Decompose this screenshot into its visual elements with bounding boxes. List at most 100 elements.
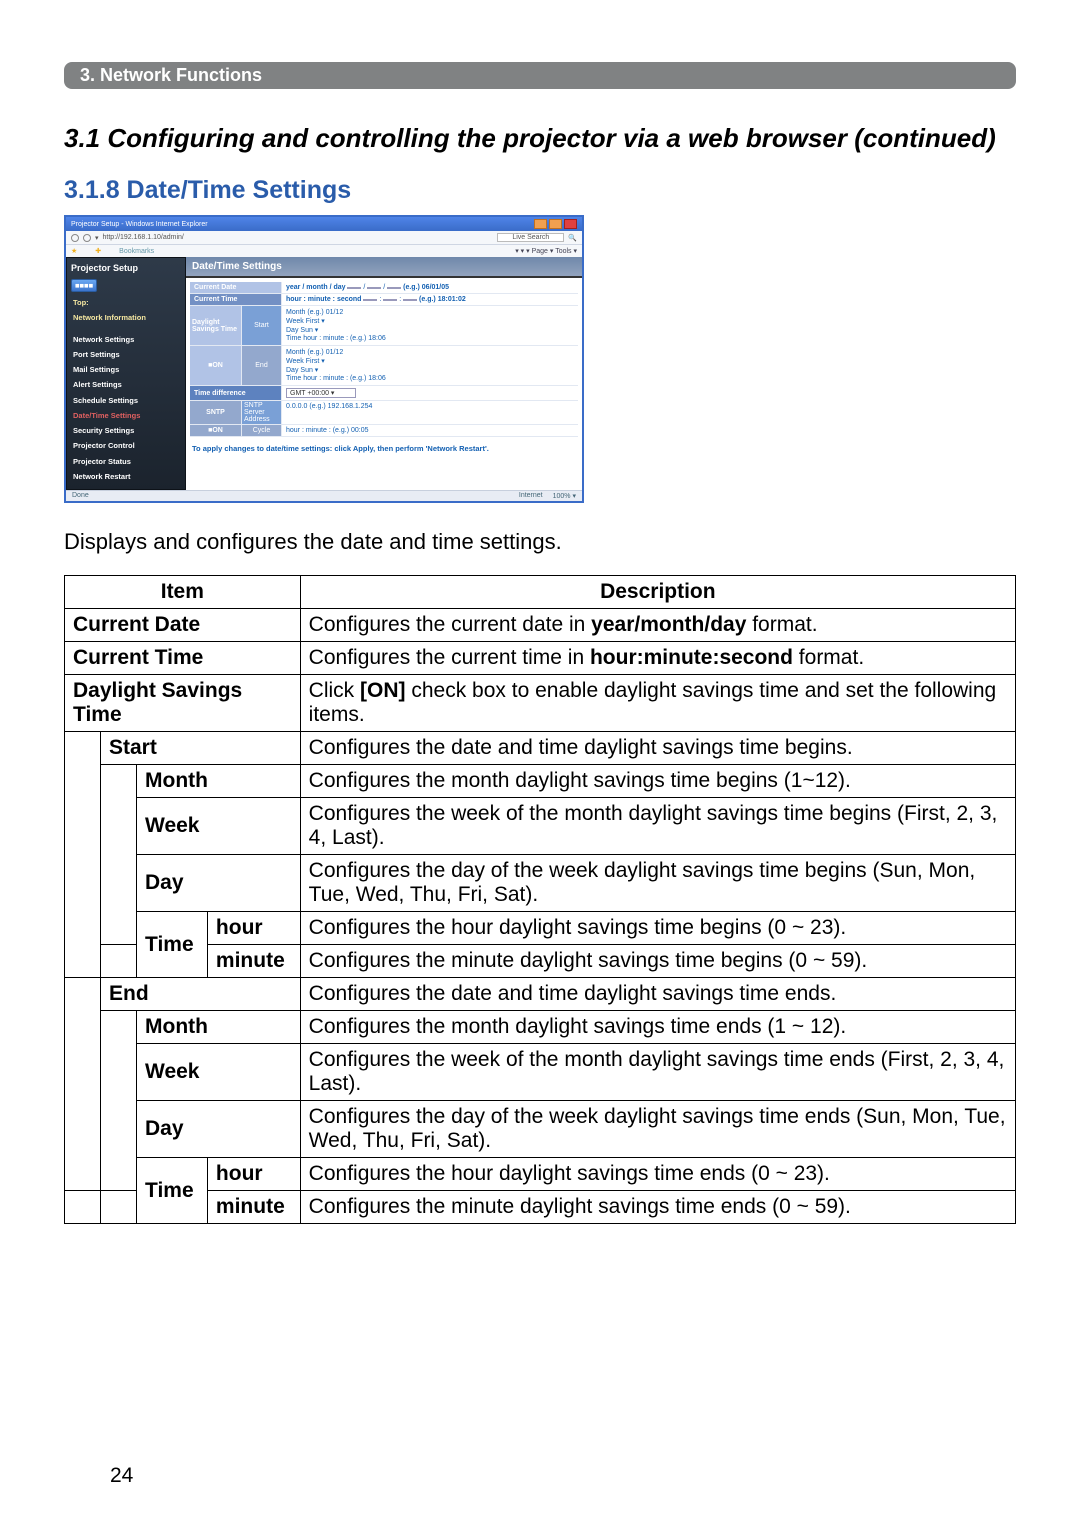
row-end-day-desc: Configures the day of the week daylight …	[300, 1101, 1015, 1158]
start-week-select[interactable]: First ▾	[306, 318, 325, 325]
nav-datetime-settings[interactable]: Date/Time Settings	[71, 408, 181, 423]
start-day-lab: Day	[286, 327, 298, 334]
row-end-week-desc: Configures the week of the month dayligh…	[300, 1044, 1015, 1101]
close-icon[interactable]	[564, 219, 577, 229]
page-number: 24	[110, 1464, 133, 1488]
row-end-month: Month	[137, 1011, 301, 1044]
nav-projector-status[interactable]: Projector Status	[71, 454, 181, 469]
maximize-icon[interactable]	[549, 219, 562, 229]
start-time-eg: (e.g.) 18:06	[350, 335, 386, 342]
row-timediff: Time difference	[190, 386, 282, 400]
row-current-time: Current Time	[190, 294, 282, 305]
start-month-lab: Month	[286, 309, 305, 316]
start-time-lab: Time hour : minute	[286, 335, 344, 342]
end-month-lab: Month	[286, 349, 305, 356]
hour-field[interactable]	[363, 299, 377, 301]
end-time-eg: (e.g.) 18:06	[350, 375, 386, 382]
breadcrumb: 3. Network Functions	[64, 62, 1016, 89]
row-start-time: Time	[137, 912, 208, 978]
row-end-label: End	[242, 346, 282, 385]
end-week-lab: Week	[286, 358, 304, 365]
window-title-text: Projector Setup - Windows Internet Explo…	[71, 221, 208, 228]
embedded-screenshot: Projector Setup - Windows Internet Explo…	[64, 215, 584, 503]
favorites-icon[interactable]: ★	[71, 247, 77, 255]
second-field[interactable]	[403, 299, 417, 301]
row-start: Start	[101, 732, 301, 765]
row-current-time: Current Time	[65, 642, 301, 675]
subsection-title: 3.1.8 Date/Time Settings	[64, 176, 1016, 205]
nav-projector-control[interactable]: Projector Control	[71, 438, 181, 453]
nav-port-settings[interactable]: Port Settings	[71, 347, 181, 362]
search-input[interactable]: Live Search	[497, 233, 564, 242]
nav-network-restart[interactable]: Network Restart	[71, 469, 181, 484]
current-time-hint: hour : minute : second	[286, 296, 361, 303]
bookmarks-link[interactable]: Bookmarks	[119, 248, 154, 255]
row-dst-on[interactable]: ■ON	[190, 346, 242, 385]
window-titlebar: Projector Setup - Windows Internet Explo…	[66, 217, 582, 231]
nav-security-settings[interactable]: Security Settings	[71, 423, 181, 438]
row-start-day-desc: Configures the day of the week daylight …	[300, 855, 1015, 912]
row-end-minute-desc: Configures the minute daylight savings t…	[300, 1191, 1015, 1224]
address-bar[interactable]: ▾ http://192.168.1.10/admin/ Live Search…	[66, 231, 582, 245]
sntp-addr-label: SNTP Server Address	[242, 401, 282, 424]
end-week-select[interactable]: First ▾	[306, 358, 325, 365]
start-week-lab: Week	[286, 318, 304, 325]
sidebar-nav: Projector Setup ■■■■ Top: Network Inform…	[66, 257, 186, 490]
row-end-desc: Configures the date and time daylight sa…	[300, 978, 1015, 1011]
nav-network-settings[interactable]: Network Settings	[71, 332, 181, 347]
row-start-hour: hour	[207, 912, 300, 945]
end-day-select[interactable]: Sun ▾	[300, 367, 318, 374]
end-time-lab: Time hour : minute	[286, 375, 344, 382]
row-sntp-on[interactable]: ■ON	[190, 425, 242, 436]
row-start-week: Week	[137, 798, 301, 855]
nav-selected-badge: ■■■■	[71, 279, 97, 292]
sntp-cycle-label: Cycle	[242, 425, 282, 436]
row-start-hour-desc: Configures the hour daylight savings tim…	[300, 912, 1015, 945]
row-current-time-desc: Configures the current time in hour:minu…	[300, 642, 1015, 675]
minute-field[interactable]	[383, 299, 397, 301]
end-day-lab: Day	[286, 367, 298, 374]
row-current-date: Current Date	[190, 282, 282, 293]
add-favorite-icon[interactable]: ✚	[95, 247, 101, 255]
row-end-minute: minute	[207, 1191, 300, 1224]
nav-top[interactable]: Top:	[71, 295, 181, 310]
day-field[interactable]	[387, 287, 401, 289]
nav-alert-settings[interactable]: Alert Settings	[71, 377, 181, 392]
status-zoom: 100% ▾	[553, 492, 576, 500]
back-icon[interactable]	[71, 234, 79, 242]
current-date-eg: (e.g.) 06/01/05	[403, 284, 449, 291]
sntp-addr-field[interactable]: 0.0.0.0	[286, 403, 307, 410]
month-field[interactable]	[367, 287, 381, 289]
nav-network-info[interactable]: Network Information	[71, 310, 181, 325]
status-bar: Done Internet 100% ▾	[66, 490, 582, 501]
intro-text: Displays and configures the date and tim…	[64, 529, 1016, 555]
command-bar: ★ ✚ Bookmarks ▾ ▾ ▾ Page ▾ Tools ▾	[66, 245, 582, 257]
row-end-month-desc: Configures the month daylight savings ti…	[300, 1011, 1015, 1044]
brand-label: Projector Setup	[71, 263, 181, 273]
row-end-hour: hour	[207, 1158, 300, 1191]
end-month-eg: (e.g.) 01/12	[307, 349, 343, 356]
nav-schedule-settings[interactable]: Schedule Settings	[71, 393, 181, 408]
row-dst: Daylight Savings Time	[65, 675, 301, 732]
toolbar-tags[interactable]: ▾ ▾ ▾ Page ▾ Tools ▾	[515, 247, 577, 255]
nav-mail-settings[interactable]: Mail Settings	[71, 362, 181, 377]
row-current-date-desc: Configures the current date in year/mont…	[300, 609, 1015, 642]
row-end-time: Time	[137, 1158, 208, 1224]
row-start-desc: Configures the date and time daylight sa…	[300, 732, 1015, 765]
start-day-select[interactable]: Sun ▾	[300, 327, 318, 334]
row-end-week: Week	[137, 1044, 301, 1101]
row-start-day: Day	[137, 855, 301, 912]
row-end-day: Day	[137, 1101, 301, 1158]
minimize-icon[interactable]	[534, 219, 547, 229]
address-url: http://192.168.1.10/admin/	[103, 234, 184, 241]
row-start-label: Start	[242, 306, 282, 345]
th-desc: Description	[300, 576, 1015, 609]
forward-icon[interactable]	[83, 234, 91, 242]
sntp-cycle-hint: hour : minute	[286, 427, 327, 434]
row-start-minute-desc: Configures the minute daylight savings t…	[300, 945, 1015, 978]
year-field[interactable]	[347, 287, 361, 289]
th-item: Item	[65, 576, 301, 609]
timediff-select[interactable]: GMT +00:00 ▾	[286, 388, 356, 398]
sntp-addr-eg: (e.g.) 192.168.1.254	[309, 403, 372, 410]
current-date-hint: year / month / day	[286, 284, 346, 291]
